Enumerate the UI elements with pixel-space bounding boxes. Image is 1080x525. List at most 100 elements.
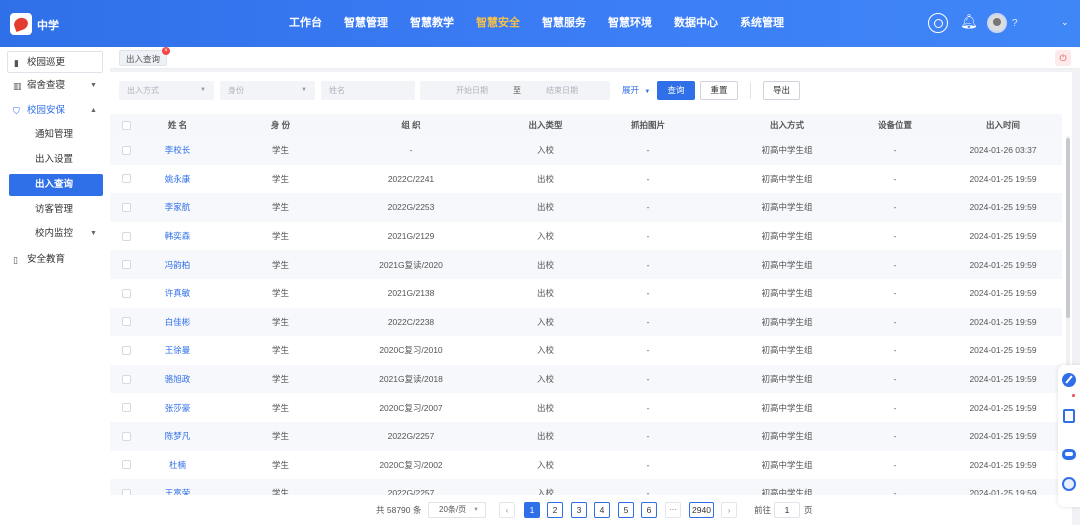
cell-name[interactable]: 冯韵柏	[140, 250, 215, 279]
table-row[interactable]: 陈梦凡 学生 2022G/2257 出校 - 初高中学生组 - 2024-01-25 19:5…	[110, 421, 1062, 451]
school-logo[interactable]	[10, 13, 32, 35]
nav-system-management[interactable]: 系统管理	[729, 0, 795, 47]
nav-smart-environment[interactable]: 智慧环境	[597, 0, 663, 47]
cell-name[interactable]: 王富荣	[140, 479, 215, 495]
row-checkbox[interactable]	[119, 365, 133, 394]
chevron-down-icon: ▼	[301, 87, 307, 93]
table-row[interactable]: 姚永康 学生 2022C/2241 出校 - 初高中学生组 - 2024-01-25 19:5…	[110, 165, 1062, 194]
table-row[interactable]: 冯韵柏 学生 2021G复读/2020 出校 - 初高中学生组 - 2024-01-25 19…	[110, 250, 1062, 279]
sidebar-item-notice[interactable]: 通知管理	[9, 124, 103, 146]
sidebar-item-access-query[interactable]: 出入查询	[9, 174, 103, 196]
sidebar-item-campus-security[interactable]: ⛉ 校园安保 ▲	[0, 100, 110, 122]
table-row[interactable]: 李校长 学生 - 入校 - 初高中学生组 - 2024-01-26 03:37	[110, 136, 1062, 165]
reset-button[interactable]: 重置	[700, 81, 738, 100]
page-button-4[interactable]: 4	[594, 502, 610, 518]
cell-name[interactable]: 李校长	[140, 136, 215, 165]
next-page-button[interactable]: ›	[721, 502, 737, 518]
cell-time: 2024-01-25 19:59	[969, 202, 1037, 213]
row-checkbox[interactable]	[119, 165, 133, 194]
row-checkbox[interactable]	[119, 222, 133, 251]
table-row[interactable]: 王徐曼 学生 2020C复习/2010 入校 - 初高中学生组 - 2024-01-25 19…	[110, 336, 1062, 365]
row-checkbox[interactable]	[119, 393, 133, 422]
robot-icon[interactable]	[1062, 449, 1076, 460]
cell-method: 初高中学生组	[761, 231, 813, 242]
access-method-select[interactable]: 出入方式 ▼	[119, 81, 214, 100]
scrollbar-thumb[interactable]	[1066, 138, 1070, 318]
page-button-1[interactable]: 1	[524, 502, 540, 518]
document-icon[interactable]	[1063, 409, 1075, 423]
cell-name[interactable]: 骆旭政	[140, 365, 215, 394]
assistant-icon[interactable]	[1062, 477, 1076, 491]
page-size-select[interactable]: 20条/页 ▼	[428, 502, 486, 518]
username[interactable]: ?	[1012, 18, 1018, 29]
row-checkbox[interactable]	[119, 193, 133, 222]
date-range-picker[interactable]: 开始日期 至 结束日期	[420, 81, 610, 100]
cell-name[interactable]: 陈梦凡	[140, 422, 215, 451]
sidebar-item-monitoring[interactable]: 校内监控 ▼	[9, 223, 103, 245]
row-checkbox[interactable]	[119, 250, 133, 279]
table-row[interactable]: 张莎豪 学生 2020C复习/2007 出校 - 初高中学生组 - 2024-01-25 19…	[110, 393, 1062, 422]
prev-page-button[interactable]: ‹	[499, 502, 515, 518]
nav-smart-service[interactable]: 智慧服务	[531, 0, 597, 47]
chevron-down-icon: ▼	[90, 82, 97, 89]
cell-name[interactable]: 杜楠	[140, 451, 215, 480]
close-icon[interactable]: ×	[162, 47, 171, 55]
cell-time: 2024-01-25 19:59	[969, 288, 1037, 299]
sidebar-item-campus-patrol[interactable]: ▮ 校园巡更	[7, 51, 103, 73]
sidebar-item-access-settings[interactable]: 出入设置	[9, 149, 103, 171]
row-checkbox[interactable]	[119, 451, 133, 480]
page-button-2[interactable]: 2	[547, 502, 563, 518]
edit-icon[interactable]	[1062, 373, 1076, 387]
cell-name[interactable]: 韩奕森	[140, 222, 215, 251]
power-icon[interactable]: ⏻	[1055, 50, 1071, 66]
table-row[interactable]: 韩奕森 学生 2021G/2129 入校 - 初高中学生组 - 2024-01-25 19:5…	[110, 222, 1062, 251]
cell-name[interactable]: 李家航	[140, 193, 215, 222]
name-input[interactable]: 姓名	[321, 81, 415, 100]
nav-data-center[interactable]: 数据中心	[663, 0, 729, 47]
search-icon[interactable]	[928, 13, 948, 33]
goto-page-input[interactable]: 1	[774, 502, 800, 518]
nav-smart-management[interactable]: 智慧管理	[333, 0, 399, 47]
sidebar-item-visitor[interactable]: 访客管理	[9, 199, 103, 221]
last-page-button[interactable]: 2940	[689, 502, 714, 518]
table-row[interactable]: 骆旭政 学生 2021G复读/2018 入校 - 初高中学生组 - 2024-01-25 19…	[110, 364, 1062, 394]
cell-name[interactable]: 白佳彬	[140, 308, 215, 337]
cell-name[interactable]: 许真敏	[140, 279, 215, 308]
nav-smart-security[interactable]: 智慧安全	[465, 0, 531, 47]
cell-identity: 学生	[271, 145, 289, 156]
row-checkbox[interactable]	[119, 136, 133, 165]
expand-toggle[interactable]: 展开 ▼	[622, 81, 650, 102]
row-checkbox[interactable]	[119, 336, 133, 365]
cell-name[interactable]: 张莎豪	[140, 393, 215, 422]
identity-select[interactable]: 身份 ▼	[220, 81, 315, 100]
nav-smart-teaching[interactable]: 智慧教学	[399, 0, 465, 47]
table-row[interactable]: 杜楠 学生 2020C复习/2002 入校 - 初高中学生组 - 2024-01-25 19:…	[110, 451, 1062, 480]
column-access-type: 出入类型	[528, 120, 563, 130]
table-row[interactable]: 白佳彬 学生 2022C/2238 入校 - 初高中学生组 - 2024-01-25 19:5…	[110, 307, 1062, 337]
more-pages-button[interactable]: ···	[665, 502, 681, 518]
cell-device: -	[893, 145, 897, 156]
cell-name[interactable]: 姚永康	[140, 165, 215, 194]
row-checkbox[interactable]	[119, 479, 133, 495]
export-button[interactable]: 导出	[763, 81, 800, 100]
page-button-3[interactable]: 3	[571, 502, 587, 518]
sidebar-item-safety-education[interactable]: ▯ 安全教育	[0, 249, 110, 271]
sidebar-item-dorm-check[interactable]: ▥ 宿舍查寝 ▼	[0, 75, 110, 97]
page-button-5[interactable]: 5	[618, 502, 634, 518]
bell-icon[interactable]: 🔔︎	[960, 14, 978, 28]
page-button-6[interactable]: 6	[641, 502, 657, 518]
cell-photo: -	[646, 231, 650, 242]
chevron-down-icon[interactable]: ⌄	[1061, 17, 1069, 28]
row-checkbox[interactable]	[119, 279, 133, 308]
tab-access-query[interactable]: 出入查询 ×	[119, 47, 171, 66]
row-checkbox[interactable]	[119, 308, 133, 337]
select-all-checkbox[interactable]	[119, 114, 133, 136]
table-row[interactable]: 许真敏 学生 2021G/2138 出校 - 初高中学生组 - 2024-01-25 19:5…	[110, 279, 1062, 308]
nav-workbench[interactable]: 工作台	[278, 0, 333, 47]
cell-name[interactable]: 王徐曼	[140, 336, 215, 365]
row-checkbox[interactable]	[119, 422, 133, 451]
avatar[interactable]	[987, 13, 1007, 33]
query-button[interactable]: 查询	[657, 81, 695, 100]
table-row[interactable]: 李家航 学生 2022G/2253 出校 - 初高中学生组 - 2024-01-25 19:5…	[110, 193, 1062, 222]
table-row[interactable]: 王富荣 学生 2022G/2257 入校 - 初高中学生组 - 2024-01-25 19:5…	[110, 479, 1062, 495]
